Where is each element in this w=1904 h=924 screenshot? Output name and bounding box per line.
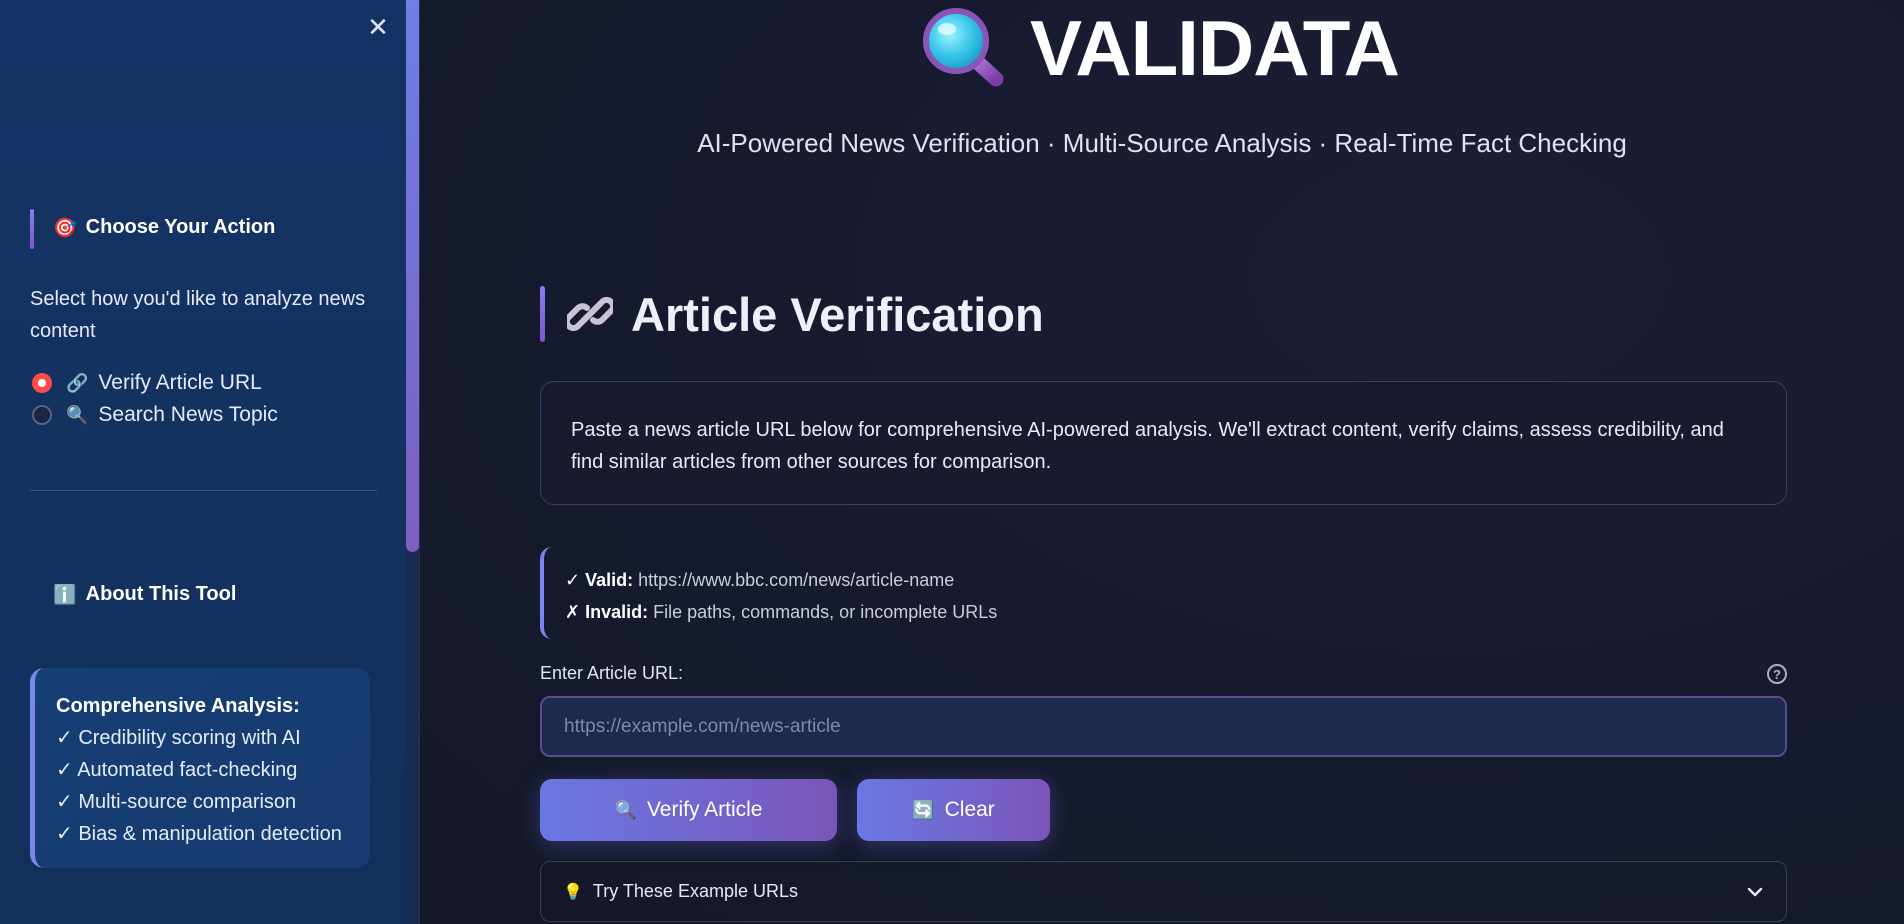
choose-action-description: Select how you'd like to analyze news co… <box>30 288 366 342</box>
about-info-box: Comprehensive Analysis: ✓ Credibility sc… <box>30 668 370 868</box>
tagline: AI-Powered News Verification · Multi-Sou… <box>697 128 1627 158</box>
clear-button-label: Clear <box>944 798 995 821</box>
link-icon: 🔗 <box>66 372 89 394</box>
verify-article-button[interactable]: 🔍 Verify Article <box>540 779 837 841</box>
radio-label: Verify Article URL <box>98 371 262 394</box>
invalid-hint-label: ✗ Invalid: <box>565 602 649 622</box>
description-text: Paste a news article URL below for compr… <box>571 419 1724 473</box>
description-card: Paste a news article URL below for compr… <box>540 381 1787 505</box>
target-icon: 🎯 <box>53 217 77 239</box>
verify-button-label: Verify Article <box>646 798 763 821</box>
section-accent-bar <box>30 209 34 249</box>
expander-label: Try These Example URLs <box>592 881 798 901</box>
info-box-title: Comprehensive Analysis: <box>56 695 300 717</box>
page-title-text: Article Verification <box>631 287 1044 341</box>
radio-label: Search News Topic <box>98 403 278 426</box>
chevron-down-icon[interactable] <box>1746 883 1764 901</box>
radio-unchecked-icon[interactable] <box>32 405 52 425</box>
info-item: ✓ Multi-source comparison <box>56 791 297 813</box>
radio-verify-article-url[interactable]: 🔗 Verify Article URL <box>32 371 262 395</box>
sidebar-divider <box>30 490 377 491</box>
about-heading: ℹ️ About This Tool <box>53 583 236 606</box>
url-hint-box: ✓ Valid: https://www.bbc.com/news/articl… <box>540 547 1060 639</box>
valid-hint-text: https://www.bbc.com/news/article-name <box>638 570 955 590</box>
invalid-hint-text: File paths, commands, or incomplete URLs <box>653 602 998 622</box>
clear-button[interactable]: 🔄 Clear <box>857 779 1050 841</box>
valid-hint: ✓ Valid: https://www.bbc.com/news/articl… <box>565 564 1060 596</box>
valid-hint-label: ✓ Valid: <box>565 570 634 590</box>
page-title: Article Verification <box>540 286 1044 342</box>
choose-action-title: Choose Your Action <box>85 216 276 238</box>
about-title: About This Tool <box>85 583 237 605</box>
choose-action-heading: 🎯 Choose Your Action <box>53 216 275 239</box>
sidebar: ✕ 🎯 Choose Your Action Select how you'd … <box>0 0 406 924</box>
sidebar-scrollbar-thumb[interactable] <box>406 0 419 552</box>
info-item: ✓ Bias & manipulation detection <box>56 823 342 845</box>
search-icon: 🔍 <box>66 404 89 426</box>
link-icon <box>567 296 613 332</box>
sidebar-close-icon[interactable]: ✕ <box>363 12 393 42</box>
sidebar-scrollbar[interactable] <box>406 0 419 924</box>
url-field-label: Enter Article URL: <box>540 663 684 683</box>
help-icon[interactable]: ? <box>1767 664 1787 684</box>
app-window: ✕ 🎯 Choose Your Action Select how you'd … <box>0 0 1904 924</box>
logo-text: VALIDATA <box>1030 3 1400 92</box>
info-icon: ℹ️ <box>53 584 77 606</box>
radio-checked-icon[interactable] <box>32 373 52 393</box>
title-accent-bar <box>540 286 545 342</box>
lightbulb-icon: 💡 <box>563 882 583 901</box>
app-logo: VALIDATA <box>920 0 1400 96</box>
radio-search-news-topic[interactable]: 🔍 Search News Topic <box>32 403 278 427</box>
article-url-input[interactable] <box>540 696 1787 757</box>
example-urls-expander[interactable]: 💡 Try These Example URLs <box>540 861 1787 922</box>
info-item: ✓ Automated fact-checking <box>56 759 298 781</box>
magnifier-icon <box>923 8 1004 87</box>
search-icon: 🔍 <box>614 799 637 821</box>
refresh-icon: 🔄 <box>912 799 935 821</box>
info-item: ✓ Credibility scoring with AI <box>56 727 301 749</box>
invalid-hint: ✗ Invalid: File paths, commands, or inco… <box>565 596 1060 628</box>
